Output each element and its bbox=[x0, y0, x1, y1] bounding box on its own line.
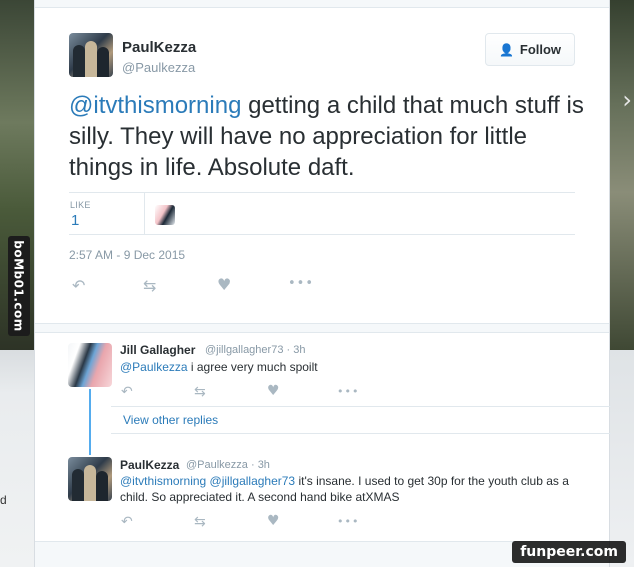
background-page-left bbox=[0, 350, 34, 567]
watermark-left: boMb01.com bbox=[8, 236, 30, 336]
heart-icon[interactable]: ♥ bbox=[267, 513, 280, 529]
follow-button[interactable]: 👤 Follow bbox=[485, 33, 575, 66]
more-icon[interactable]: ••• bbox=[337, 515, 359, 528]
author-handle[interactable]: @Paulkezza bbox=[122, 60, 195, 75]
retweet-icon[interactable]: ⇆ bbox=[194, 514, 206, 530]
retweet-icon[interactable]: ⇆ bbox=[194, 384, 206, 400]
author-avatar[interactable] bbox=[69, 33, 113, 77]
more-icon[interactable]: ••• bbox=[288, 276, 314, 291]
author-name[interactable]: PaulKezza bbox=[122, 39, 196, 56]
stats-divider bbox=[144, 193, 145, 235]
chevron-right-icon[interactable]: › bbox=[622, 86, 632, 114]
likes-label: LIKE bbox=[70, 200, 91, 210]
tweet-card: PaulKezza @Paulkezza 👤 Follow @itvthismo… bbox=[34, 0, 611, 567]
retweet-icon[interactable]: ⇆ bbox=[143, 276, 156, 295]
section-separator bbox=[35, 323, 609, 333]
background-photo-right bbox=[610, 0, 634, 350]
view-other-replies-link[interactable]: View other replies bbox=[111, 406, 611, 434]
follow-person-icon: 👤 bbox=[498, 42, 514, 57]
likes-count[interactable]: 1 bbox=[71, 212, 79, 229]
reply-mention-link[interactable]: @Paulkezza bbox=[120, 360, 188, 374]
reply-body: i agree very much spoilt bbox=[187, 360, 318, 374]
reply-mention-link[interactable]: @itvthismorning @jillgallagher73 bbox=[120, 474, 295, 488]
background-page-right bbox=[610, 350, 634, 567]
tweet-mention-link[interactable]: @itvthismorning bbox=[69, 92, 241, 119]
reply-text: @itvthismorning @jillgallagher73 it's in… bbox=[120, 473, 590, 505]
watermark-right: funpeer.com bbox=[512, 541, 626, 563]
tweet-stats: LIKE 1 bbox=[69, 192, 575, 235]
reply-author-handle[interactable]: @jillgallagher73 · 3h bbox=[205, 344, 305, 356]
heart-icon[interactable]: ♥ bbox=[217, 275, 231, 294]
reply-icon[interactable]: ↶ bbox=[72, 276, 85, 295]
reply-text: @Paulkezza i agree very much spoilt bbox=[120, 359, 590, 375]
tweet-text: @itvthismorning getting a child that muc… bbox=[69, 90, 589, 183]
more-icon[interactable]: ••• bbox=[337, 385, 359, 398]
tweet-timestamp[interactable]: 2:57 AM - 9 Dec 2015 bbox=[69, 248, 185, 262]
reply-icon[interactable]: ↶ bbox=[121, 514, 133, 530]
thread-line bbox=[89, 389, 91, 455]
reply-author-name[interactable]: Jill Gallagher bbox=[120, 343, 195, 357]
reply-avatar[interactable] bbox=[68, 457, 112, 501]
follow-label: Follow bbox=[519, 42, 562, 57]
reply-author-handle[interactable]: @Paulkezza · 3h bbox=[186, 459, 270, 471]
heart-icon[interactable]: ♥ bbox=[267, 383, 280, 399]
reply-author-name[interactable]: PaulKezza bbox=[120, 458, 179, 472]
card-top-edge bbox=[35, 0, 609, 8]
reply-icon[interactable]: ↶ bbox=[121, 384, 133, 400]
liker-avatar[interactable] bbox=[155, 205, 175, 225]
side-text: d bbox=[0, 493, 7, 507]
reply-avatar[interactable] bbox=[68, 343, 112, 387]
watermark-left-text: boMb01.com bbox=[12, 240, 27, 332]
